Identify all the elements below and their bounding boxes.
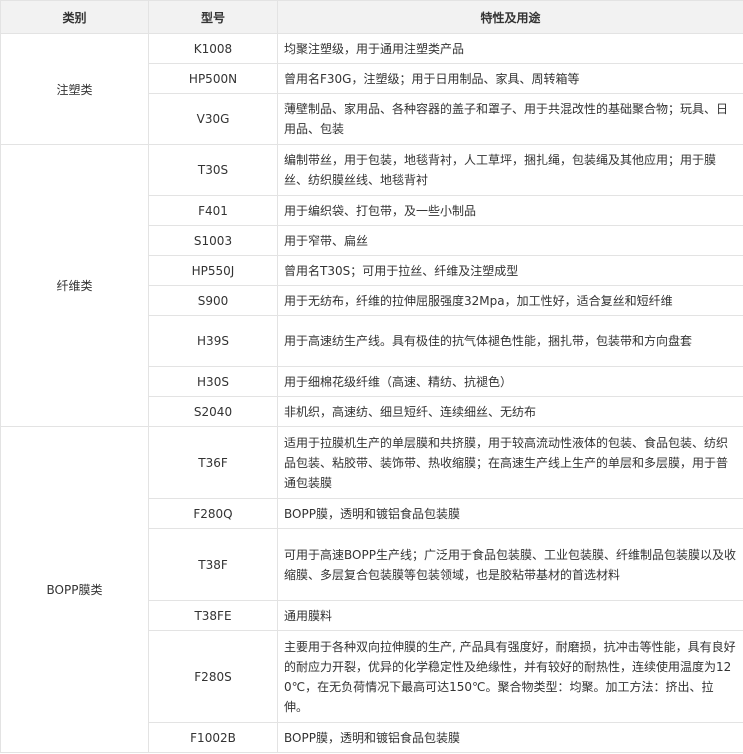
model-cell: H39S <box>148 315 278 367</box>
model-cell: H30S <box>148 366 278 397</box>
category-cell: 纤维类 <box>0 144 149 427</box>
usage-cell: 编制带丝，用于包装，地毯背衬，人工草坪，捆扎绳，包装绳及其他应用；用于膜丝、纺织… <box>277 144 743 196</box>
usage-cell: 可用于高速BOPP生产线；广泛用于食品包装膜、工业包装膜、纤维制品包装膜以及收缩… <box>277 528 743 601</box>
model-cell: S900 <box>148 285 278 316</box>
usage-cell: BOPP膜，透明和镀铝食品包装膜 <box>277 722 743 753</box>
usage-cell: 曾用名T30S；可用于拉丝、纤维及注塑成型 <box>277 255 743 286</box>
model-cell: T36F <box>148 426 278 499</box>
usage-cell: 用于窄带、扁丝 <box>277 225 743 256</box>
table-row: 纤维类 T30S 编制带丝，用于包装，地毯背衬，人工草坪，捆扎绳，包装绳及其他应… <box>0 144 743 427</box>
model-cell: HP500N <box>148 63 278 94</box>
category-cell: BOPP膜类 <box>0 426 149 753</box>
usage-cell: 用于细棉花级纤维（高速、精纺、抗褪色） <box>277 366 743 397</box>
table-row: BOPP膜类 T36F 适用于拉膜机生产的单层膜和共挤膜，用于较高流动性液体的包… <box>0 426 743 753</box>
usage-cell: 用于高速纺生产线。具有极佳的抗气体褪色性能，捆扎带，包装带和方向盘套 <box>277 315 743 367</box>
usage-cell: 薄壁制品、家用品、各种容器的盖子和罩子、用于共混改性的基础聚合物；玩具、日用品、… <box>277 93 743 145</box>
model-cell: HP550J <box>148 255 278 286</box>
usage-cell: 通用膜料 <box>277 600 743 631</box>
usage-cell: 用于编织袋、打包带，及一些小制品 <box>277 195 743 226</box>
usage-cell: 曾用名F30G，注塑级；用于日用制品、家具、周转箱等 <box>277 63 743 94</box>
usage-cell: 主要用于各种双向拉伸膜的生产, 产品具有强度好，耐磨损，抗冲击等性能，具有良好的… <box>277 630 743 723</box>
model-cell: F280S <box>148 630 278 723</box>
model-cell: F280Q <box>148 498 278 529</box>
model-cell: T38FE <box>148 600 278 631</box>
table-row: 注塑类 K1008 均聚注塑级，用于通用注塑类产品 <box>0 33 743 145</box>
header-usage: 特性及用途 <box>277 0 743 34</box>
header-category: 类别 <box>0 0 149 34</box>
header-model: 型号 <box>148 0 278 34</box>
usage-cell: 用于无纺布，纤维的拉伸屈服强度32Mpa，加工性好，适合复丝和短纤维 <box>277 285 743 316</box>
category-cell: 注塑类 <box>0 33 149 145</box>
model-cell: T38F <box>148 528 278 601</box>
usage-cell: 适用于拉膜机生产的单层膜和共挤膜，用于较高流动性液体的包装、食品包装、纺织品包装… <box>277 426 743 499</box>
usage-cell: 均聚注塑级，用于通用注塑类产品 <box>277 33 743 64</box>
model-cell: T30S <box>148 144 278 196</box>
model-cell: V30G <box>148 93 278 145</box>
header-row: 类别 型号 特性及用途 <box>0 0 743 34</box>
model-cell: F1002B <box>148 722 278 753</box>
model-cell: F401 <box>148 195 278 226</box>
usage-cell: BOPP膜，透明和镀铝食品包装膜 <box>277 498 743 529</box>
model-cell: S1003 <box>148 225 278 256</box>
model-cell: K1008 <box>148 33 278 64</box>
usage-cell: 非机织，高速纺、细旦短纤、连续细丝、无纺布 <box>277 396 743 427</box>
product-spec-table: 类别 型号 特性及用途 注塑类 K1008 均聚注塑级，用于通用注塑类产品 HP… <box>0 0 743 753</box>
model-cell: S2040 <box>148 396 278 427</box>
